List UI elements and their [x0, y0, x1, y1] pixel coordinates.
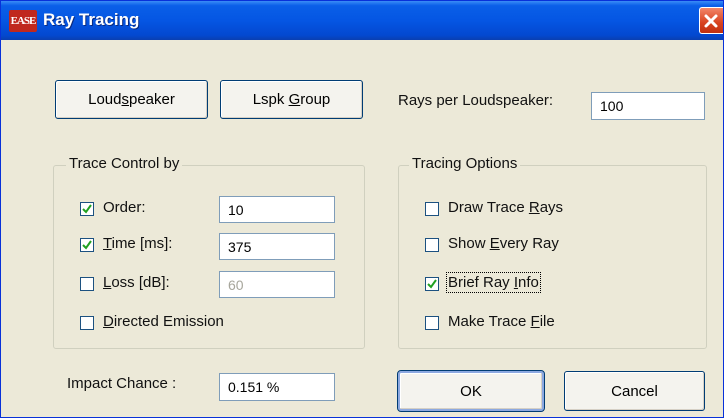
loudspeaker-button[interactable]: Loud s peaker	[55, 80, 208, 119]
brief-ray-info-label: Brief Ray Info	[446, 272, 541, 293]
time-label-rest: ime [ms]:	[111, 235, 173, 252]
lspk-group-button[interactable]: Lspk Group	[220, 80, 363, 119]
directed-emission-label: Directed Emission	[103, 313, 224, 330]
ease-app-icon: EASE	[9, 10, 37, 32]
brief-ray-info-post: nfo	[518, 274, 539, 291]
show-every-ray-checkbox[interactable]	[425, 238, 439, 252]
ok-button[interactable]: OK	[397, 370, 545, 412]
show-every-ray-label: Show Every Ray	[448, 235, 559, 252]
order-input[interactable]: 10	[219, 196, 335, 223]
trace-control-title: Trace Control by	[66, 155, 183, 172]
loss-label: Loss [dB]:	[103, 274, 170, 291]
order-label: Order:	[103, 199, 146, 216]
make-trace-file-post: ile	[539, 313, 555, 330]
draw-trace-rays-key: R	[528, 199, 540, 216]
brief-ray-info-pre: Brief Ray	[448, 274, 514, 291]
lspk-group-label-pre: Lspk	[252, 91, 289, 108]
loudspeaker-label-post: peaker	[129, 91, 175, 108]
close-button[interactable]	[699, 7, 723, 34]
lspk-group-label-post: roup	[300, 91, 331, 108]
lspk-group-label-key: G	[288, 91, 301, 108]
loss-input: 60	[219, 271, 335, 298]
window-title: Ray Tracing	[43, 10, 140, 29]
title-bar[interactable]: EASE Ray Tracing	[1, 1, 723, 40]
loss-checkbox[interactable]	[80, 277, 94, 291]
draw-trace-rays-checkbox[interactable]	[425, 202, 439, 216]
rays-per-loudspeaker-label: Rays per Loudspeaker:	[398, 92, 554, 109]
impact-chance-label: Impact Chance :	[67, 375, 177, 392]
time-label-key: T	[103, 235, 112, 252]
directed-emission-label-key: D	[103, 313, 114, 330]
make-trace-file-checkbox[interactable]	[425, 316, 439, 330]
loudspeaker-label-key: s	[121, 91, 130, 108]
directed-emission-checkbox[interactable]	[80, 316, 94, 330]
loudspeaker-label-pre: Loud	[88, 91, 122, 108]
checkmark-icon	[427, 279, 437, 289]
draw-trace-rays-pre: Draw Trace	[448, 199, 529, 216]
impact-chance-value: 0.151 %	[219, 373, 335, 401]
close-icon	[704, 14, 718, 28]
time-label: Time [ms]:	[103, 235, 172, 252]
make-trace-file-pre: Make Trace	[448, 313, 531, 330]
order-checkbox[interactable]	[80, 202, 94, 216]
show-every-ray-pre: Show	[448, 235, 490, 252]
tracing-options-title: Tracing Options	[409, 155, 521, 172]
ray-tracing-dialog: EASE Ray Tracing Loud s peaker Lspk Group …	[0, 0, 724, 418]
draw-trace-rays-label: Draw Trace Rays	[448, 199, 563, 216]
loss-label-rest: oss [dB]:	[111, 274, 170, 291]
make-trace-file-label: Make Trace File	[448, 313, 555, 330]
brief-ray-info-checkbox[interactable]	[425, 277, 439, 291]
cancel-button[interactable]: Cancel	[564, 371, 705, 411]
time-input[interactable]: 375	[219, 233, 335, 260]
checkmark-icon	[82, 204, 92, 214]
rays-per-loudspeaker-input[interactable]: 100	[591, 92, 705, 120]
time-checkbox[interactable]	[80, 238, 94, 252]
show-every-ray-key: E	[489, 235, 500, 252]
show-every-ray-post: very Ray	[499, 235, 559, 252]
draw-trace-rays-post: ays	[539, 199, 564, 216]
checkmark-icon	[82, 240, 92, 250]
directed-emission-label-rest: irected Emission	[113, 313, 224, 330]
make-trace-file-key: F	[530, 313, 540, 330]
